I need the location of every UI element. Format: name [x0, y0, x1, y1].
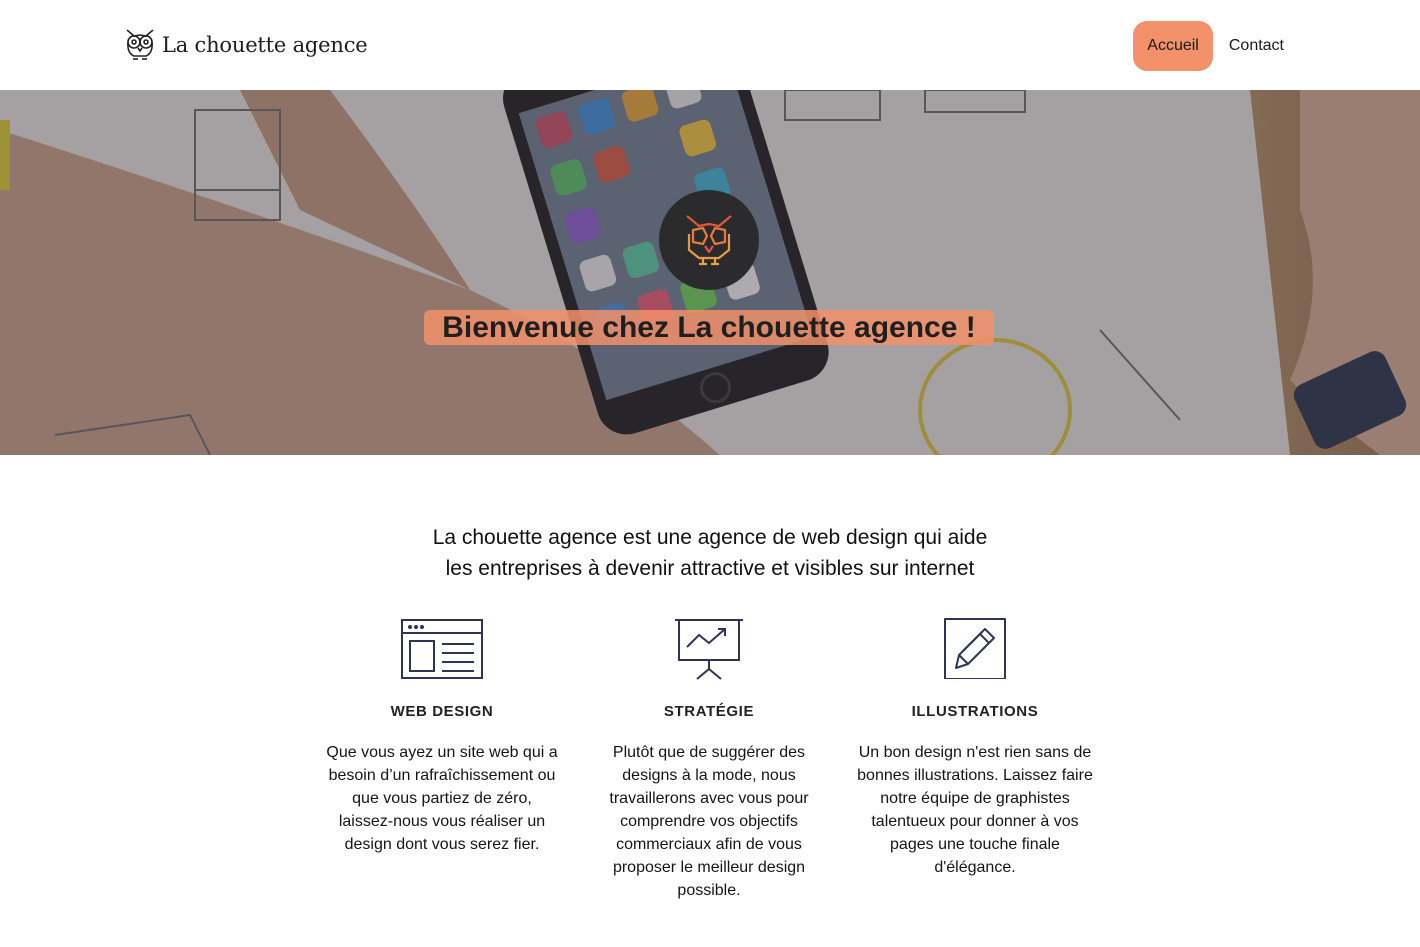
service-text-line: que vous partiez de zéro,	[352, 790, 532, 807]
service-title: WEB DESIGN	[390, 703, 494, 720]
service-text-line: laissez-nous vous réaliser un	[338, 813, 546, 830]
service-text-line: Un bon design n'est rien sans de	[858, 744, 1092, 761]
service-description: Que vous ayez un site web qui a besoin d…	[322, 741, 562, 856]
service-illustrations: ILLUSTRATIONS Un bon design n'est rien s…	[852, 615, 1098, 876]
service-title: STRATÉGIE	[663, 703, 755, 720]
service-strategie: STRATÉGIE Plutôt que de suggérer des des…	[598, 615, 820, 899]
hero-banner: Bienvenue chez La chouette agence !	[0, 90, 1420, 455]
service-text-line: talentueux pour donner à vos	[871, 813, 1079, 830]
nav-accueil[interactable]: Accueil	[1133, 21, 1213, 71]
intro-line-1: La chouette agence est une agence de web…	[432, 526, 988, 549]
service-title: ILLUSTRATIONS	[911, 703, 1039, 720]
service-text-line: Plutôt que de suggérer des	[612, 744, 806, 761]
service-description: Un bon design n'est rien sans de bonnes …	[852, 741, 1098, 879]
service-text-line: d'élégance.	[934, 859, 1016, 876]
intro-text: La chouette agence est une agence de web…	[0, 522, 1420, 584]
logo-link[interactable]: La chouette agence	[124, 27, 368, 63]
presentation-chart-icon	[675, 619, 743, 680]
pencil-square-icon	[944, 618, 1006, 679]
service-text-line: commerciaux afin de vous	[616, 836, 802, 853]
service-text-line: Que vous ayez un site web qui a	[326, 744, 558, 761]
web-browser-icon	[401, 619, 483, 679]
hero-title: Bienvenue chez La chouette agence !	[424, 310, 994, 345]
service-text-line: travaillerons avec vous pour	[609, 790, 809, 807]
service-text-line: comprendre vos objectifs	[620, 813, 798, 830]
service-text-line: design dont vous serez fier.	[344, 836, 540, 853]
service-text-line: designs à la mode, nous	[622, 767, 796, 784]
service-text-line: besoin d’un rafraîchissement ou	[328, 767, 556, 784]
service-text-line: possible.	[677, 882, 741, 899]
hero-logo-badge	[659, 190, 759, 290]
logo-text: La chouette agence	[162, 33, 368, 57]
service-web-design: WEB DESIGN Que vous ayez un site web qui…	[322, 615, 562, 853]
owl-icon	[126, 29, 154, 60]
service-text-line: proposer le meilleur design	[612, 859, 806, 876]
owl-icon	[686, 215, 732, 266]
main-nav: Accueil Contact	[1133, 21, 1284, 71]
site-header: La chouette agence Accueil Contact	[0, 0, 1420, 90]
service-text-line: pages une touche finale	[890, 836, 1060, 853]
service-description: Plutôt que de suggérer des designs à la …	[598, 741, 820, 902]
nav-contact[interactable]: Contact	[1229, 37, 1284, 55]
service-text-line: notre équipe de graphistes	[880, 790, 1070, 807]
intro-line-2: les entreprises à devenir attractive et …	[445, 557, 975, 580]
service-text-line: bonnes illustrations. Laissez faire	[857, 767, 1093, 784]
